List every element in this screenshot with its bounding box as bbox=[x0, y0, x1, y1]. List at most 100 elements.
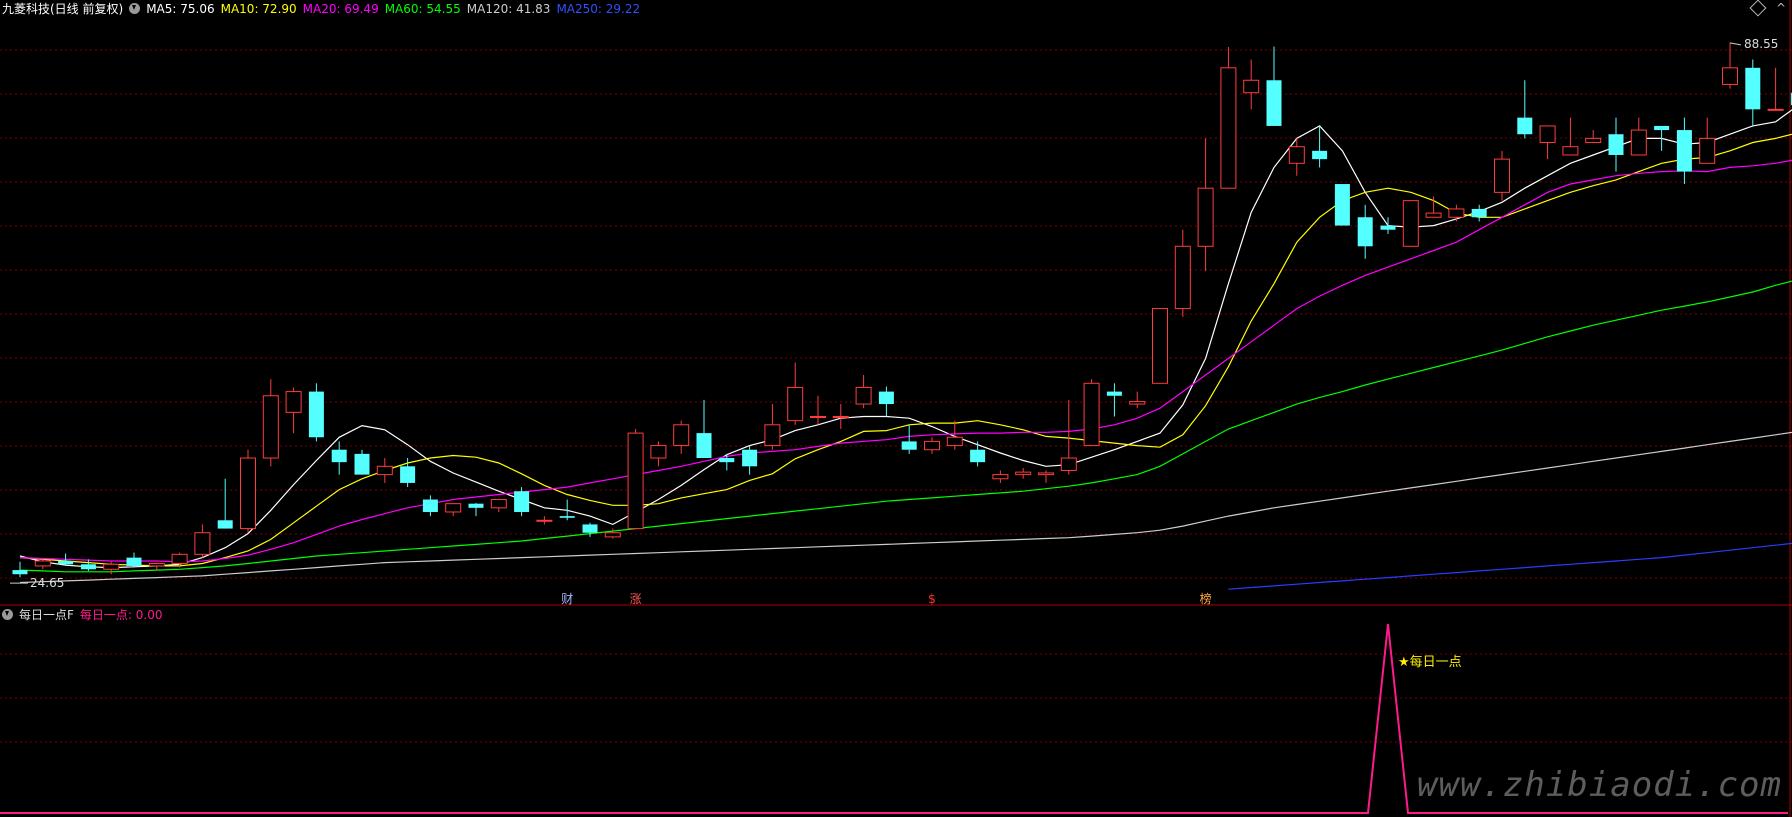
candle-body-up bbox=[1402, 200, 1419, 247]
candle-body-down bbox=[1517, 117, 1533, 135]
candle-body-up bbox=[1722, 67, 1738, 85]
candle-body-up bbox=[376, 465, 393, 476]
candle-body-up bbox=[1243, 79, 1260, 94]
candle-body-up bbox=[1767, 108, 1784, 111]
indicator-name[interactable]: 每日一点F bbox=[19, 608, 74, 622]
candle-body-up bbox=[1494, 158, 1510, 193]
candle-body-up bbox=[1288, 146, 1305, 164]
candle-body-up bbox=[103, 563, 120, 570]
candle-body-up bbox=[1174, 245, 1191, 310]
candle-body-down bbox=[878, 391, 894, 405]
candle-body-down bbox=[901, 441, 917, 450]
min-price-label: 24.65 bbox=[30, 576, 64, 590]
candle-body-up bbox=[1197, 187, 1214, 247]
event-marker: 榜 bbox=[1200, 591, 1212, 606]
candle-body-up bbox=[445, 503, 462, 513]
candle-body-up bbox=[1699, 137, 1716, 164]
candle-body-down bbox=[331, 449, 347, 463]
candle-body-down bbox=[1357, 217, 1373, 247]
moving-average-lines bbox=[19, 109, 1792, 590]
candle-body-down bbox=[468, 503, 484, 508]
candle-body-up bbox=[650, 445, 667, 459]
candle-body-up bbox=[832, 416, 849, 419]
settings-dropdown-icon[interactable] bbox=[129, 3, 141, 14]
candle-body-down bbox=[1380, 225, 1396, 230]
candle-body-up bbox=[1425, 212, 1442, 218]
candle-body-up bbox=[924, 440, 940, 451]
indicator-dropdown-icon[interactable] bbox=[2, 609, 13, 620]
event-marker: $ bbox=[928, 592, 936, 606]
candle-body-up bbox=[1448, 208, 1465, 218]
candle-body-down bbox=[1334, 184, 1350, 226]
stock-chart: 88.55 24.65 财 涨 $ 榜 ★每日一点 bbox=[0, 0, 1792, 817]
ma250-label: MA250: 29.22 bbox=[556, 2, 641, 16]
candle-body-up bbox=[171, 553, 188, 564]
candle-body-up bbox=[1060, 457, 1077, 471]
candle-body-down bbox=[514, 491, 530, 512]
event-markers: 财 涨 $ 榜 bbox=[561, 591, 1211, 606]
candle-body-up bbox=[1015, 471, 1032, 476]
chevron-up-icon[interactable]: ^ bbox=[1776, 1, 1786, 15]
candle-body-up bbox=[627, 432, 644, 530]
candle-body-down bbox=[126, 557, 142, 566]
candle-body-down bbox=[1312, 150, 1328, 160]
candle-body-up bbox=[34, 560, 51, 567]
ma-line-ma10 bbox=[19, 133, 1792, 567]
candle-body-up bbox=[148, 562, 165, 567]
candle-body-down bbox=[582, 524, 598, 533]
candle-body-up bbox=[673, 424, 690, 447]
candle-body-up bbox=[764, 424, 781, 447]
indicator-value: 每日一点: 0.00 bbox=[79, 608, 163, 622]
ma-line-ma20 bbox=[19, 159, 1792, 563]
stock-title[interactable]: 九菱科技(日线 前复权) bbox=[2, 2, 123, 16]
candle-body-up bbox=[285, 391, 302, 413]
candle-body-up bbox=[1539, 125, 1556, 144]
candle-body-down bbox=[1745, 67, 1761, 110]
ma60-label: MA60: 54.55 bbox=[384, 2, 461, 16]
event-marker: 财 bbox=[561, 592, 573, 606]
candle-body-up bbox=[1630, 129, 1647, 156]
candle-body-down bbox=[400, 466, 416, 483]
max-price-label: 88.55 bbox=[1744, 37, 1778, 51]
candle-body-down bbox=[719, 458, 735, 463]
candle-body-up bbox=[1562, 146, 1579, 156]
ma20-label: MA20: 69.49 bbox=[302, 2, 379, 16]
ma120-label: MA120: 41.83 bbox=[466, 2, 551, 16]
candle-body-down bbox=[1676, 130, 1692, 172]
candle-body-down bbox=[970, 449, 986, 463]
candle-body-down bbox=[1106, 391, 1122, 396]
max-price-pointer bbox=[1729, 42, 1742, 46]
candle-body-up bbox=[490, 499, 507, 509]
candle-body-down bbox=[354, 453, 370, 475]
ma10-label: MA10: 72.90 bbox=[220, 2, 297, 16]
candle-body-down bbox=[12, 570, 28, 575]
candle-body-down bbox=[308, 391, 324, 438]
candle-body-down bbox=[422, 499, 438, 512]
candle-body-up bbox=[536, 519, 553, 522]
candle-body-down bbox=[58, 560, 74, 565]
ma-line-ma250 bbox=[1228, 542, 1792, 590]
candle-body-up bbox=[604, 532, 621, 538]
signal-label: ★每日一点 bbox=[1398, 654, 1462, 670]
candle-body-down bbox=[1471, 208, 1487, 218]
candle-body-up bbox=[787, 386, 804, 422]
watermark: www.zhibiaodi.com bbox=[1417, 765, 1782, 805]
ma5-label: MA5: 75.06 bbox=[146, 2, 215, 16]
candle-body-down bbox=[1266, 80, 1282, 126]
candle-body-down bbox=[559, 516, 575, 518]
ma-line-ma5 bbox=[19, 109, 1792, 569]
candle-body-up bbox=[855, 386, 872, 405]
main-chart-header: 九菱科技(日线 前复权) MA5: 75.06 MA10: 72.90 MA20: 6… bbox=[2, 1, 646, 17]
candle-body-down bbox=[80, 564, 96, 570]
candle-body-down bbox=[1654, 125, 1670, 131]
candle-body-down bbox=[696, 433, 712, 459]
candle-body-up bbox=[946, 436, 963, 447]
candle-body-up bbox=[194, 532, 211, 555]
candle-body-up bbox=[1129, 401, 1146, 405]
candle-body-down bbox=[1608, 134, 1624, 155]
candle-body-up bbox=[1585, 137, 1602, 144]
candle-body-up bbox=[1038, 472, 1054, 476]
candlesticks bbox=[12, 42, 1792, 578]
candle-body-up bbox=[1083, 382, 1100, 447]
candle-body-down bbox=[742, 449, 758, 467]
